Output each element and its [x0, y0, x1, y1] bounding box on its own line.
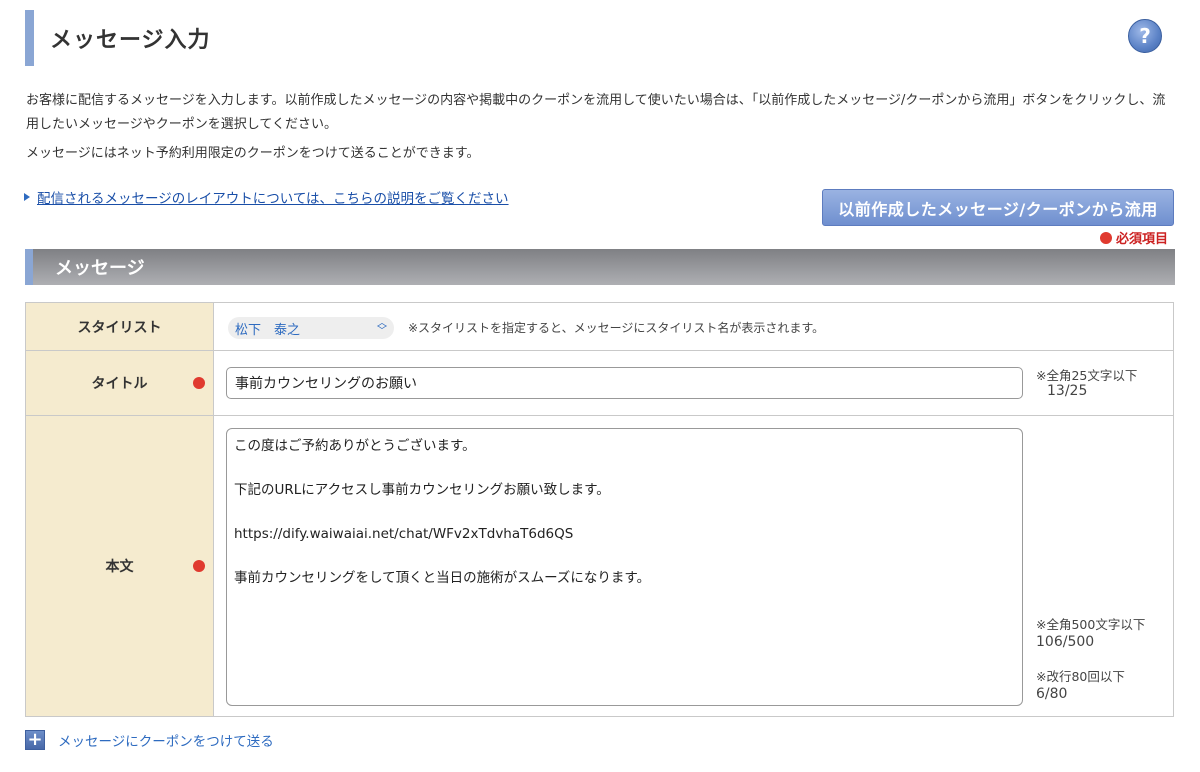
- header-accent-bar: [25, 10, 34, 66]
- page-title: メッセージ入力: [50, 28, 211, 53]
- help-icon[interactable]: ?: [1128, 19, 1162, 53]
- message-input-page: メッセージ入力 ? お客様に配信するメッセージを入力します。以前作成したメッセー…: [0, 0, 1200, 772]
- title-label-text: タイトル: [91, 376, 148, 392]
- required-dot-icon: [193, 377, 205, 389]
- title-row: タイトル 事前カウンセリングのお願い ※全角25文字以下 13/25: [26, 351, 1173, 416]
- body-row: 本文 この度はご予約ありがとうございます。 下記のURLにアクセスし事前カウンセ…: [26, 416, 1173, 716]
- body-char-limit-note: ※全角500文字以下: [1036, 617, 1146, 632]
- chevron-up-down-icon: ︿ ﹀: [377, 318, 387, 337]
- body-char-count: 106/500: [1036, 634, 1095, 650]
- add-coupon-link-text[interactable]: メッセージにクーポンをつけて送る: [58, 730, 274, 750]
- section-title: メッセージ: [55, 258, 145, 279]
- body-line: この度はご予約ありがとうございます。: [234, 438, 476, 454]
- stylist-selected-value: 松下 泰之: [235, 322, 301, 338]
- body-line: 下記のURLにアクセスし事前カウンセリングお願い致します。: [234, 482, 610, 498]
- message-form-table: スタイリスト 松下 泰之 ︿ ﹀ ※スタイリストを指定すると、メッセージにスタイリ…: [25, 302, 1174, 717]
- body-newline-limit-note: ※改行80回以下: [1036, 669, 1125, 684]
- body-line: 事前カウンセリングをして頂くと当日の施術がスムーズになります。: [234, 570, 651, 586]
- title-label: タイトル: [26, 351, 214, 415]
- stylist-value-cell: 松下 泰之 ︿ ﹀ ※スタイリストを指定すると、メッセージにスタイリスト名が表示さ…: [214, 303, 1173, 350]
- stylist-row: スタイリスト 松下 泰之 ︿ ﹀ ※スタイリストを指定すると、メッセージにスタイリ…: [26, 303, 1173, 351]
- title-input[interactable]: 事前カウンセリングのお願い: [226, 367, 1023, 399]
- body-value-cell: この度はご予約ありがとうございます。 下記のURLにアクセスし事前カウンセリング…: [214, 416, 1173, 716]
- stylist-label: スタイリスト: [26, 303, 214, 350]
- reuse-message-coupon-button[interactable]: 以前作成したメッセージ/クーポンから流用: [822, 189, 1174, 226]
- body-newline-count: 6/80: [1036, 686, 1068, 702]
- description-text: お客様に配信するメッセージを入力します。以前作成したメッセージの内容や掲載中のク…: [26, 93, 1166, 132]
- title-value-cell: 事前カウンセリングのお願い ※全角25文字以下 13/25: [214, 351, 1173, 415]
- plus-icon[interactable]: +: [25, 730, 45, 750]
- title-limit-note: ※全角25文字以下: [1036, 368, 1138, 383]
- required-legend: 必須項目: [1100, 228, 1168, 247]
- required-legend-label: 必須項目: [1116, 232, 1169, 247]
- section-header: メッセージ: [25, 249, 1175, 285]
- body-line: https://dify.waiwaiai.net/chat/WFv2xTdvh…: [234, 526, 574, 542]
- body-label: 本文: [26, 416, 214, 716]
- description-coupon-text: メッセージにはネット予約利用限定のクーポンをつけて送ることができます。: [26, 146, 480, 161]
- required-dot-icon: [1100, 231, 1112, 244]
- stylist-select[interactable]: 松下 泰之 ︿ ﹀: [228, 317, 394, 339]
- section-accent-bar: [25, 249, 33, 285]
- title-char-count: 13/25: [1047, 383, 1088, 399]
- body-textarea[interactable]: この度はご予約ありがとうございます。 下記のURLにアクセスし事前カウンセリング…: [226, 428, 1023, 706]
- page-header: メッセージ入力: [25, 10, 1175, 66]
- required-dot-icon: [193, 560, 205, 572]
- layout-help-link[interactable]: 配信されるメッセージのレイアウトについては、こちらの説明をご覧ください: [24, 187, 509, 207]
- add-coupon-link[interactable]: + メッセージにクーポンをつけて送る: [25, 730, 274, 750]
- body-label-text: 本文: [105, 559, 134, 575]
- layout-help-link-text[interactable]: 配信されるメッセージのレイアウトについては、こちらの説明をご覧ください: [37, 187, 509, 207]
- triangle-right-icon: [24, 193, 30, 201]
- stylist-note: ※スタイリストを指定すると、メッセージにスタイリスト名が表示されます。: [408, 321, 825, 335]
- stylist-label-text: スタイリスト: [77, 319, 162, 336]
